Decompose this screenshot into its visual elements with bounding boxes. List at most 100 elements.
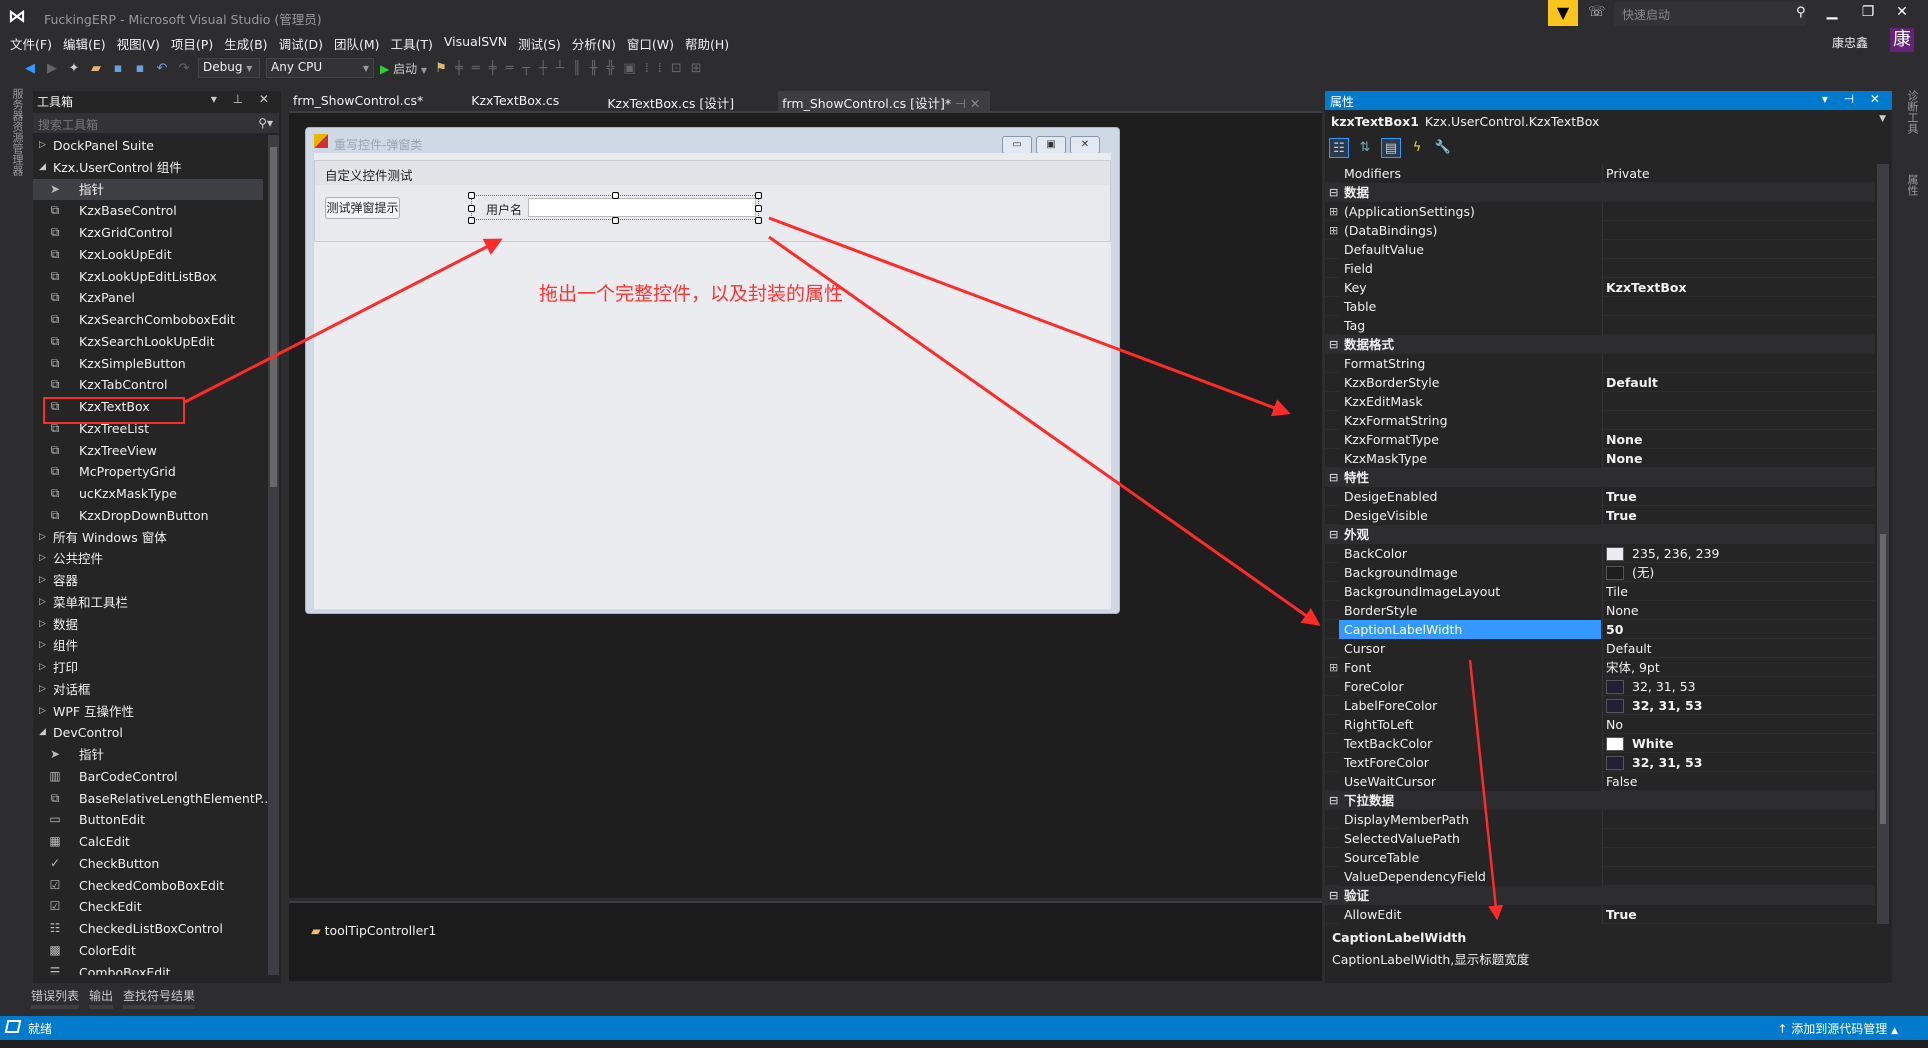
property-category[interactable]: ⊟ 验证 (1325, 886, 1875, 905)
search-icon[interactable]: ⚲ (1796, 5, 1806, 20)
property-value[interactable]: True (1602, 905, 1875, 924)
toolbox-item[interactable]: ⧉ KzxTabControl (33, 374, 263, 396)
toolbox-item[interactable]: ⧉ ucKzxMaskType (33, 483, 263, 505)
menu-item[interactable]: 调试(D) (277, 34, 332, 52)
property-row[interactable]: DisplayMemberPath (1325, 810, 1875, 829)
collapse-icon[interactable]: ⊟ (1329, 886, 1338, 905)
expand-icon[interactable]: ⊞ (1329, 658, 1338, 677)
toolbox-category[interactable]: ▷ 所有 Windows 窗体 (33, 527, 263, 549)
property-row[interactable]: ValueDependencyField (1325, 867, 1875, 886)
configuration-select[interactable]: Debug ▼ (198, 58, 260, 78)
resize-handle[interactable] (755, 192, 762, 199)
toolbox-item[interactable]: ⧉ BaseRelativeLengthElementP... (33, 788, 267, 810)
minimize-button[interactable]: ▁ (1820, 4, 1844, 20)
toolbox-item[interactable]: ➤ 指针 (33, 178, 263, 201)
toolbox-item[interactable]: ➤ 指针 (33, 744, 263, 766)
resize-handle[interactable] (468, 217, 475, 224)
property-row[interactable]: KzxEditMask (1325, 392, 1875, 411)
toolbox-item[interactable]: ▦ CalcEdit (33, 831, 263, 853)
property-row[interactable]: AllowEdit True (1325, 905, 1875, 924)
toolbox-item[interactable]: ⧉ KzxLookUpEditListBox (33, 266, 263, 288)
property-value[interactable]: False (1602, 772, 1875, 791)
property-row[interactable]: BackgroundImage (无) (1325, 563, 1875, 582)
toolbox-item[interactable]: ⧉ McPropertyGrid (33, 461, 263, 483)
menu-item[interactable]: 窗口(W) (625, 34, 683, 52)
property-value[interactable]: True (1602, 506, 1875, 525)
property-grid-scrollbar[interactable] (1877, 164, 1889, 924)
document-tab[interactable]: frm_ShowControl.cs [设计]* ⊣ ✕ (778, 91, 991, 111)
property-row[interactable]: KzxFormatString (1325, 411, 1875, 430)
collapsed-arrow-icon[interactable]: ▷ (39, 527, 46, 549)
toolbox-item[interactable]: ⧉ KzxLookUpEdit (33, 244, 263, 266)
collapse-icon[interactable]: ⊟ (1329, 468, 1338, 487)
property-value[interactable] (1602, 392, 1875, 411)
toolbox-category[interactable]: ▷ 组件 (33, 635, 263, 657)
username-input[interactable] (528, 198, 756, 217)
toolbox-item[interactable]: ⧉ KzxDropDownButton (33, 505, 263, 527)
property-row[interactable]: Field (1325, 259, 1875, 278)
collapsed-arrow-icon[interactable]: ▷ (39, 635, 46, 657)
toolbox-category[interactable]: ▷ 数据 (33, 614, 263, 636)
property-row[interactable]: TextForeColor 32, 31, 53 (1325, 753, 1875, 772)
collapsed-arrow-icon[interactable]: ▷ (39, 570, 46, 592)
form-maximize-button[interactable]: ▣ (1036, 136, 1066, 154)
property-value[interactable] (1602, 354, 1875, 373)
toolbox-item[interactable]: ☰ ComboBoxEdit (33, 962, 263, 976)
toolbox-search-input[interactable]: 搜索工具箱 ⚲▾ (33, 113, 279, 133)
toolbox-item[interactable]: ☷ CheckedListBoxControl (33, 918, 263, 940)
chevron-down-icon[interactable]: ▼ (1879, 114, 1886, 124)
collapsed-arrow-icon[interactable]: ▷ (39, 657, 46, 679)
menu-item[interactable]: VisualSVN (442, 34, 516, 52)
property-value[interactable] (1602, 829, 1875, 848)
add-to-source-control[interactable]: ↑ 添加到源代码管理 ▲ (1777, 1020, 1898, 1037)
property-value[interactable]: 32, 31, 53 (1602, 696, 1875, 715)
toolbox-item[interactable]: ▩ ColorEdit (33, 940, 263, 962)
property-value[interactable] (1602, 221, 1875, 240)
document-tab[interactable]: KzxTextBox.cs (467, 91, 569, 111)
resize-handle[interactable] (612, 192, 619, 199)
property-value[interactable] (1602, 297, 1875, 316)
property-value[interactable]: 235, 236, 239 (1602, 544, 1875, 563)
toolbox-category[interactable]: ▷ 公共控件 (33, 548, 263, 570)
collapsed-arrow-icon[interactable]: ▷ (39, 592, 46, 614)
collapsed-arrow-icon[interactable]: ▷ (39, 135, 46, 157)
menu-item[interactable]: 团队(M) (332, 34, 389, 52)
quick-launch-input[interactable]: 快速启动 (1614, 2, 1806, 26)
collapse-icon[interactable]: ⊟ (1329, 183, 1338, 202)
menu-item[interactable]: 测试(S) (516, 34, 570, 52)
tab-output[interactable]: 输出 (89, 987, 114, 1009)
property-row[interactable]: TextBackColor White (1325, 734, 1875, 753)
resize-handle[interactable] (755, 205, 762, 212)
toolbox-category[interactable]: ◢ Kzx.UserControl 组件 (33, 157, 263, 179)
property-row[interactable]: UseWaitCursor False (1325, 772, 1875, 791)
property-value[interactable] (1602, 867, 1875, 886)
property-value[interactable]: None (1602, 430, 1875, 449)
expand-icon[interactable]: ⊞ (1329, 221, 1338, 240)
property-row[interactable]: SourceTable (1325, 848, 1875, 867)
toolbox-item[interactable]: ✓ CheckButton (33, 853, 263, 875)
property-pages-icon[interactable]: 🔧 (1433, 138, 1453, 158)
property-value[interactable] (1602, 259, 1875, 278)
menu-item[interactable]: 工具(T) (389, 34, 442, 52)
undo-icon[interactable]: ↶ (154, 61, 170, 76)
menu-item[interactable]: 分析(N) (570, 34, 625, 52)
layout-toolbar-icons[interactable]: ╪═╪═┬┼┴║╫╬▣⁞⁞⊡⊞ (455, 61, 711, 76)
menu-item[interactable]: 编辑(E) (61, 34, 115, 52)
pin-icon[interactable]: ⊣ (951, 96, 970, 111)
property-value[interactable] (1602, 202, 1875, 221)
expanded-arrow-icon[interactable]: ◢ (39, 157, 46, 179)
property-row[interactable]: BackgroundImageLayout Tile (1325, 582, 1875, 601)
close-icon[interactable]: ✕ (970, 96, 980, 111)
property-row[interactable]: ForeColor 32, 31, 53 (1325, 677, 1875, 696)
property-row[interactable]: CaptionLabelWidth 50 (1325, 620, 1875, 639)
user-avatar[interactable]: 康 (1890, 28, 1914, 52)
property-row[interactable]: ⊞ (DataBindings) (1325, 221, 1875, 240)
property-value[interactable]: Default (1602, 639, 1875, 658)
expand-icon[interactable]: ⊞ (1329, 202, 1338, 221)
menu-item[interactable]: 生成(B) (222, 34, 276, 52)
tab-properties[interactable]: 属性 (1904, 174, 1920, 196)
alphabetical-icon[interactable]: ⇅ (1355, 138, 1375, 158)
property-row[interactable]: DesigeEnabled True (1325, 487, 1875, 506)
property-row[interactable]: KzxBorderStyle Default (1325, 373, 1875, 392)
resize-handle[interactable] (612, 217, 619, 224)
